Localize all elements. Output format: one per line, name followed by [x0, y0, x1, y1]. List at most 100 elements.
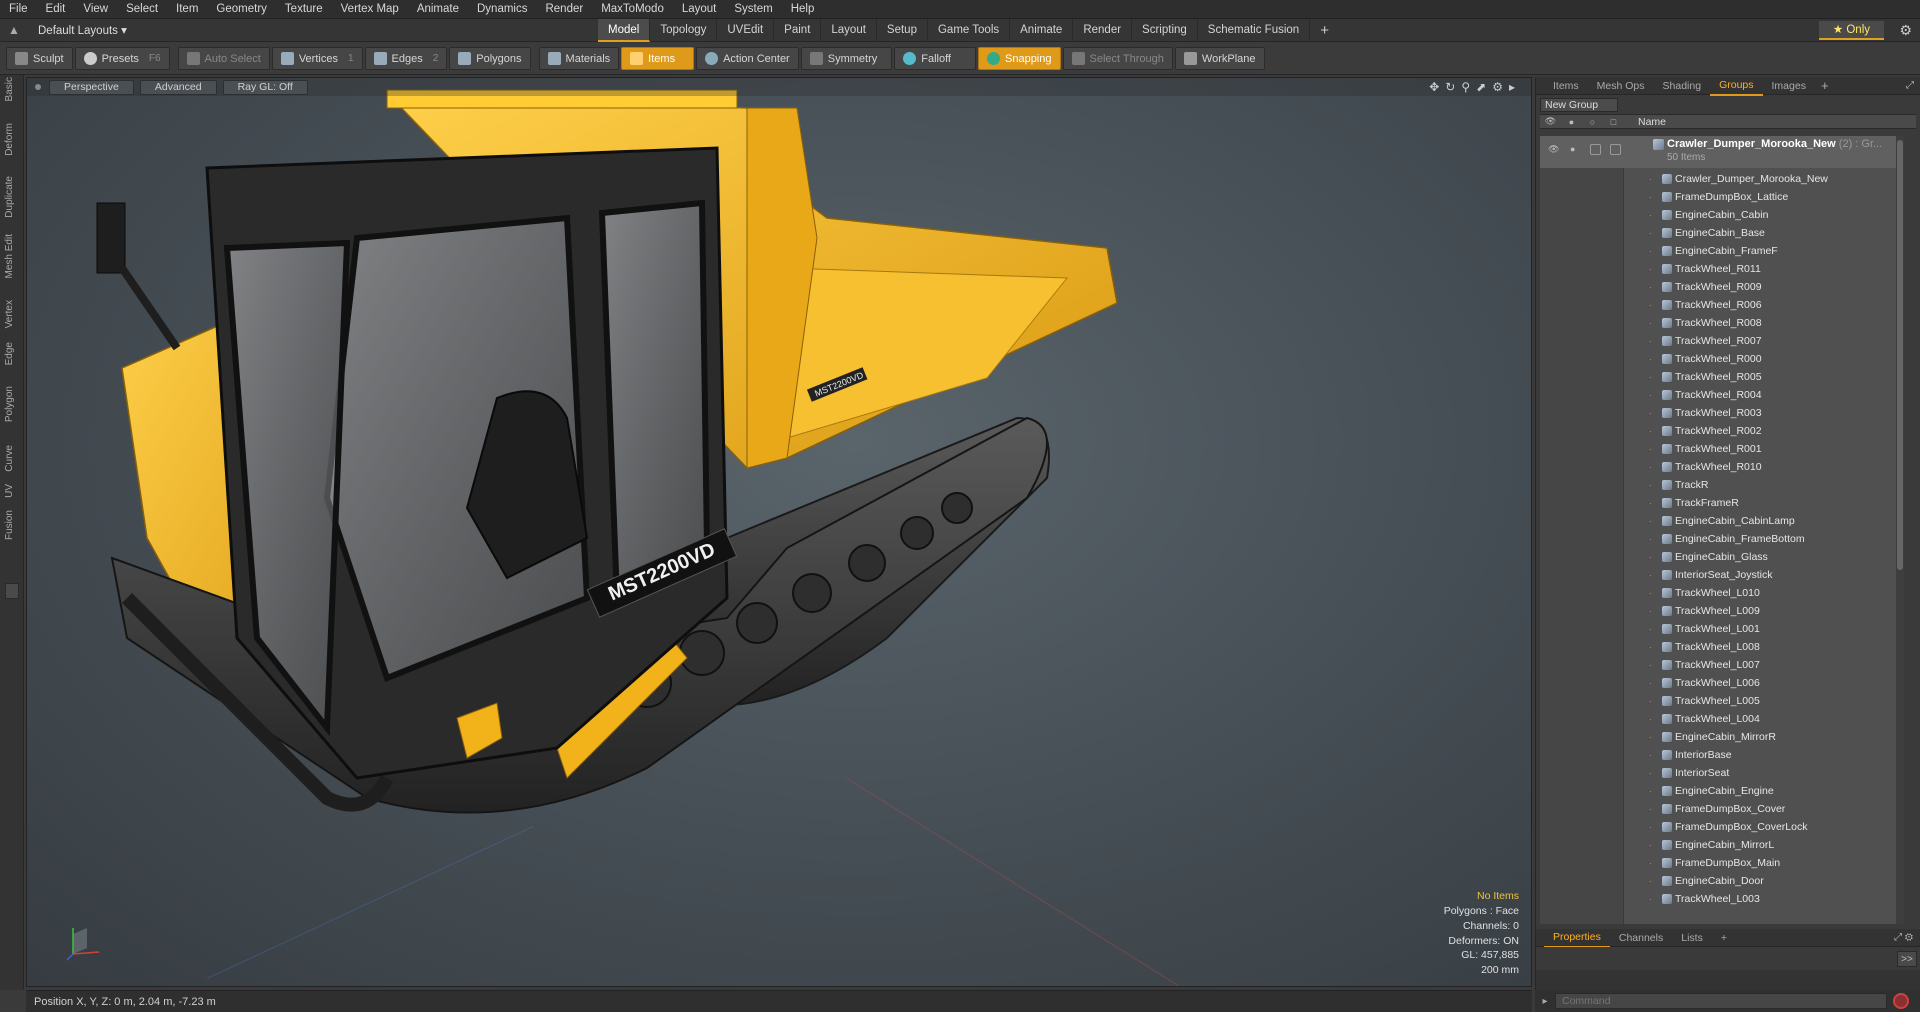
tree-row[interactable]: · TrackWheel_R010 — [1540, 458, 1904, 476]
bottom-tab-lists[interactable]: Lists — [1672, 929, 1712, 947]
tool-tab-duplicate[interactable]: Duplicate — [4, 176, 20, 218]
tree-row[interactable]: · TrackWheel_L003 — [1540, 890, 1904, 908]
menu-system[interactable]: System — [725, 0, 781, 19]
viewport-menu-icon[interactable] — [35, 84, 41, 90]
tree-row[interactable]: · EngineCabin_Glass — [1540, 548, 1904, 566]
tree-row[interactable]: · TrackWheel_R003 — [1540, 404, 1904, 422]
tree-row[interactable]: · EngineCabin_MirrorL — [1540, 836, 1904, 854]
presets-button[interactable]: Presets F6 — [74, 47, 170, 70]
tree-row[interactable]: · TrackWheel_R001 — [1540, 440, 1904, 458]
tree-row[interactable]: · TrackWheel_L001 — [1540, 620, 1904, 638]
tree-row[interactable]: · TrackWheel_R002 — [1540, 422, 1904, 440]
expand-toggle-icon[interactable]: · — [1649, 643, 1652, 652]
expand-toggle-icon[interactable]: · — [1649, 823, 1652, 832]
polygons-button[interactable]: Polygons — [449, 47, 531, 70]
tool-tab-fusion[interactable]: Fusion — [4, 510, 20, 540]
layout-tab-schematic-fusion[interactable]: Schematic Fusion — [1198, 18, 1311, 42]
tree-row[interactable]: · InteriorSeat — [1540, 764, 1904, 782]
tree-row[interactable]: · TrackWheel_R007 — [1540, 332, 1904, 350]
tool-tab-curve[interactable]: Curve — [4, 445, 20, 472]
tool-tab-deform[interactable]: Deform — [4, 123, 20, 156]
3d-viewport[interactable]: MST2200VD MST2200VD Perspective Advanced… — [26, 77, 1532, 987]
expand-toggle-icon[interactable]: · — [1649, 877, 1652, 886]
expand-toggle-icon[interactable]: · — [1649, 787, 1652, 796]
tree-row[interactable]: · TrackFrameR — [1540, 494, 1904, 512]
menu-vertex-map[interactable]: Vertex Map — [332, 0, 408, 19]
expand-toggle-icon[interactable]: · — [1649, 769, 1652, 778]
name-column-header[interactable]: Name — [1638, 116, 1666, 128]
tree-row[interactable]: · TrackR — [1540, 476, 1904, 494]
command-history-icon[interactable]: ▸ — [1535, 996, 1555, 1007]
maximize-panel-icon[interactable]: ⤢ — [1906, 80, 1914, 91]
layout-dropdown[interactable]: Default Layouts ▾ — [28, 23, 598, 37]
lock-column-icon[interactable]: ○ — [1582, 117, 1603, 127]
snapping-button[interactable]: Snapping — [978, 47, 1061, 70]
materials-button[interactable]: Materials — [538, 47, 620, 70]
expand-toggle-icon[interactable]: · — [1649, 481, 1652, 490]
layout-tab-game-tools[interactable]: Game Tools — [928, 18, 1011, 42]
menu-texture[interactable]: Texture — [276, 0, 332, 19]
layout-tab-uvedit[interactable]: UVEdit — [717, 18, 775, 42]
expand-toggle-icon[interactable]: · — [1649, 841, 1652, 850]
panel-tab-mesh-ops[interactable]: Mesh Ops — [1588, 77, 1654, 95]
menu-file[interactable]: File — [0, 0, 37, 19]
tool-tab-basic[interactable]: Basic — [4, 77, 20, 101]
add-panel-tab-button[interactable]: + — [1815, 78, 1835, 93]
tree-row[interactable]: · EngineCabin_Engine — [1540, 782, 1904, 800]
tree-row[interactable]: · TrackWheel_R004 — [1540, 386, 1904, 404]
menu-render[interactable]: Render — [536, 0, 592, 19]
expand-toggle-icon[interactable]: · — [1649, 175, 1652, 184]
expand-toggle-icon[interactable]: · — [1649, 463, 1652, 472]
falloff-button[interactable]: Falloff — [894, 47, 976, 70]
bottom-tab-properties[interactable]: Properties — [1544, 928, 1610, 948]
vertices-button[interactable]: Vertices 1 — [271, 47, 363, 70]
new-group-button[interactable]: New Group — [1540, 98, 1618, 112]
edges-button[interactable]: Edges 2 — [364, 47, 448, 70]
tree-row[interactable]: · EngineCabin_Base — [1540, 224, 1904, 242]
tree-row[interactable]: · EngineCabin_CabinLamp — [1540, 512, 1904, 530]
view-mode-dropdown[interactable]: Perspective — [49, 79, 134, 95]
tree-scrollbar[interactable] — [1896, 136, 1904, 924]
layout-tab-render[interactable]: Render — [1073, 18, 1133, 42]
expand-toggle-icon[interactable]: · — [1649, 859, 1652, 868]
expand-toggle-icon[interactable]: · — [1649, 193, 1652, 202]
expand-toggle-icon[interactable]: · — [1649, 733, 1652, 742]
panel-tab-shading[interactable]: Shading — [1654, 77, 1711, 95]
home-icon[interactable]: ▲ — [0, 23, 28, 37]
eye-icon[interactable]: 👁 — [1548, 144, 1559, 155]
expand-toggle-icon[interactable]: · — [1649, 715, 1652, 724]
expand-toggle-icon[interactable]: · — [1649, 319, 1652, 328]
gear-icon[interactable]: ⚙ — [1899, 22, 1912, 39]
items-button[interactable]: Items — [621, 47, 695, 70]
tool-tab-vertex[interactable]: Vertex — [4, 300, 20, 328]
layout-tab-topology[interactable]: Topology — [650, 18, 718, 42]
tree-row[interactable]: · EngineCabin_Cabin — [1540, 206, 1904, 224]
viewport-expand-icon[interactable]: ▸ — [1509, 80, 1515, 94]
expand-toggle-icon[interactable]: · — [1649, 517, 1652, 526]
expand-toggle-icon[interactable]: · — [1649, 247, 1652, 256]
tree-row[interactable]: · EngineCabin_FrameBottom — [1540, 530, 1904, 548]
expand-toggle-icon[interactable]: · — [1649, 553, 1652, 562]
shading-dropdown[interactable]: Advanced — [139, 79, 217, 95]
layout-tab-animate[interactable]: Animate — [1010, 18, 1074, 42]
expand-toggle-icon[interactable]: · — [1649, 337, 1652, 346]
select-through-button[interactable]: Select Through — [1062, 47, 1173, 70]
tree-row[interactable]: · Crawler_Dumper_Morooka_New — [1540, 170, 1904, 188]
tool-tab-mesh-edit[interactable]: Mesh Edit — [4, 234, 20, 278]
layout-tab-setup[interactable]: Setup — [877, 18, 928, 42]
tree-row[interactable]: · TrackWheel_R009 — [1540, 278, 1904, 296]
expand-toggle-icon[interactable]: · — [1649, 409, 1652, 418]
tree-row[interactable]: · TrackWheel_L010 — [1540, 584, 1904, 602]
action-center-button[interactable]: Action Center — [696, 47, 799, 70]
tree-row[interactable]: · TrackWheel_L004 — [1540, 710, 1904, 728]
bottom-tab-channels[interactable]: Channels — [1610, 929, 1672, 947]
tree-row[interactable]: · TrackWheel_R011 — [1540, 260, 1904, 278]
expand-toggle-icon[interactable]: · — [1649, 391, 1652, 400]
tool-tab-uv[interactable]: UV — [4, 484, 20, 498]
layout-tab-layout[interactable]: Layout — [821, 18, 877, 42]
tool-tab-polygon[interactable]: Polygon — [4, 386, 20, 422]
menu-dynamics[interactable]: Dynamics — [468, 0, 536, 19]
zoom-view-icon[interactable]: ⚲ — [1461, 80, 1470, 94]
expand-toggle-icon[interactable]: · — [1649, 589, 1652, 598]
tree-row[interactable]: · TrackWheel_R005 — [1540, 368, 1904, 386]
